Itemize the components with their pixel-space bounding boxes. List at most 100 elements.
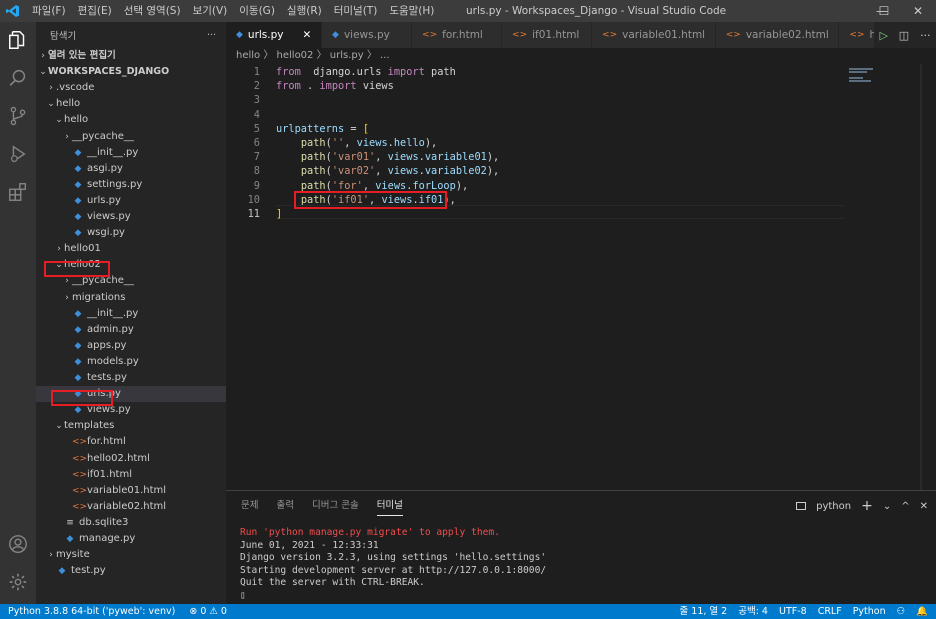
run-debug-icon[interactable] [0,136,36,172]
tree-file-item[interactable]: ◆ admin.py [36,322,226,338]
terminal-dropdown-icon[interactable]: ⌄ [883,501,891,512]
close-tab-icon[interactable]: ✕ [303,22,312,48]
tree-file-item[interactable]: <>hello02.html [36,451,226,467]
menu-item[interactable]: 선택 영역(S) [118,0,187,22]
editor-scrollbar[interactable] [920,64,922,490]
code-line[interactable]: 3 [226,93,846,107]
code-text: urlpatterns = [ [276,122,369,136]
code-line[interactable]: 1 from django.urls import path [226,65,846,79]
language-mode-status[interactable]: Python [853,604,886,619]
new-terminal-button[interactable]: + [861,498,873,514]
run-file-icon[interactable]: ▷ [879,29,887,42]
code-line[interactable]: 7 path('var01', views.variable01), [226,150,846,164]
tree-folder-item[interactable]: ⌄hello [36,96,226,112]
tree-file-item[interactable]: <>variable01.html [36,483,226,499]
editor-tab[interactable]: <> if01.html [502,22,593,48]
menu-item[interactable]: 터미널(T) [328,0,384,22]
maximize-button[interactable]: ☐ [866,0,902,22]
tree-file-item[interactable]: <>for.html [36,434,226,450]
explorer-more-button[interactable]: ··· [207,30,216,41]
tree-file-item[interactable]: ◆ views.py [36,209,226,225]
panel-tab[interactable]: 출력 [276,491,293,521]
account-icon[interactable] [0,526,36,562]
menu-item[interactable]: 편집(E) [72,0,118,22]
menu-item[interactable]: 파일(F) [26,0,72,22]
menu-item[interactable]: 실행(R) [281,0,328,22]
tree-file-item[interactable]: ◆ apps.py [36,338,226,354]
tree-item-label: models.py [87,355,139,367]
menu-item[interactable]: 보기(V) [187,0,234,22]
tree-folder-item[interactable]: ⌄templates [36,418,226,434]
maximize-panel-icon[interactable]: ^ [901,501,909,512]
extensions-icon[interactable] [0,174,36,210]
panel-tab[interactable]: 터미널 [376,497,403,516]
tree-folder-item[interactable]: › migrations [36,290,226,306]
tree-file-item[interactable]: <>variable02.html [36,499,226,515]
editor-tab[interactable]: ◆ urls.py ✕ [226,22,323,48]
tree-file-item[interactable]: ◆ tests.py [36,370,226,386]
tree-file-item[interactable]: ◆ asgi.py [36,161,226,177]
code-line[interactable]: 8 path('var02', views.variable02), [226,164,846,178]
notifications-bell-icon[interactable]: 🔔 [916,604,928,619]
menu-item[interactable]: 이동(G) [233,0,281,22]
breadcrumb[interactable]: hello 〉 hello02 〉 urls.py 〉 ... [226,48,936,64]
code-line[interactable]: 11] [226,207,846,221]
tree-folder-item[interactable]: ⌄hello [36,112,226,128]
tree-item-label: manage.py [79,533,136,544]
eol-status[interactable]: CRLF [818,604,842,619]
tree-folder-item[interactable]: › .vscode [36,80,226,96]
code-line[interactable]: 2 from . import views [226,79,846,93]
feedback-icon[interactable]: ⚇ [897,604,906,619]
tree-file-item[interactable]: ◆ test.py [36,563,226,579]
tree-file-item[interactable]: ◆ __init__.py [36,306,226,322]
tree-file-item[interactable]: <>if01.html [36,467,226,483]
cursor-position-status[interactable]: 줄 11, 열 2 [680,604,728,619]
encoding-status[interactable]: UTF-8 [779,604,807,619]
code-text: path('var01', views.variable01), [276,150,499,164]
indentation-status[interactable]: 공백: 4 [738,604,768,619]
tree-file-item[interactable]: ≡ db.sqlite3 [36,515,226,531]
search-icon[interactable] [0,60,36,96]
explorer-icon[interactable] [0,22,36,58]
close-window-button[interactable]: ✕ [900,0,936,22]
source-control-icon[interactable] [0,98,36,134]
code-token: ), [486,151,500,164]
editor-tab[interactable]: <> variable01.html [592,22,716,48]
code-line[interactable]: 6 path('', views.hello), [226,136,846,150]
tree-folder-item[interactable]: › __pycache__ [36,129,226,145]
terminal-output[interactable]: Run 'python manage.py migrate' to apply … [240,527,546,602]
tree-file-item[interactable]: ◆ manage.py [36,531,226,547]
python-interpreter-status[interactable]: Python 3.8.8 64-bit ('pyweb': venv) [8,604,175,619]
split-editor-icon[interactable]: ◫ [899,29,909,42]
problems-status[interactable]: ⊗ 0 ⚠ 0 [189,604,227,619]
code-editor[interactable]: 1 from django.urls import path 2 from . imp… [226,64,936,490]
tree-item-label: __init__.py [87,146,139,158]
editor-tab[interactable]: <> variable02.html [715,22,840,48]
panel-tab[interactable]: 문제 [241,491,258,521]
code-line[interactable]: 5 urlpatterns = [ [226,122,846,136]
tree-file-item[interactable]: ◆ urls.py [36,193,226,209]
tree-folder-item[interactable]: › 열려 있는 편집기 [36,48,226,64]
tree-file-item[interactable]: ◆ models.py [36,354,226,370]
terminal-selector[interactable]: python [816,501,851,512]
close-panel-icon[interactable]: ✕ [920,501,928,512]
settings-gear-icon[interactable] [0,564,36,600]
tree-file-item[interactable]: ◆ __init__.py [36,145,226,161]
editor-tab[interactable]: ◆ views.py [322,22,413,48]
py-file-icon: ◆ [74,163,82,174]
code-line[interactable]: 4 [226,108,846,122]
tree-folder-item[interactable]: › hello01 [36,241,226,257]
panel-tab[interactable]: 디버그 콘솔 [312,491,359,521]
tree-folder-item[interactable]: ⌄WORKSPACES_DJANGO [36,64,226,80]
tab-label: urls.py [247,29,284,41]
minimap[interactable] [849,68,879,82]
tree-folder-item[interactable]: › mysite [36,547,226,563]
tree-file-item[interactable]: ◆ settings.py [36,177,226,193]
menu-item[interactable]: 도움말(H) [383,0,440,22]
py-file-icon: ◆ [74,373,82,383]
terminal-line: Quit the server with CTRL-BREAK. [240,577,425,588]
tree-file-item[interactable]: ◆ wsgi.py [36,225,226,241]
more-actions-icon[interactable]: ··· [920,29,931,42]
editor-tab[interactable]: <> for.html [412,22,503,48]
